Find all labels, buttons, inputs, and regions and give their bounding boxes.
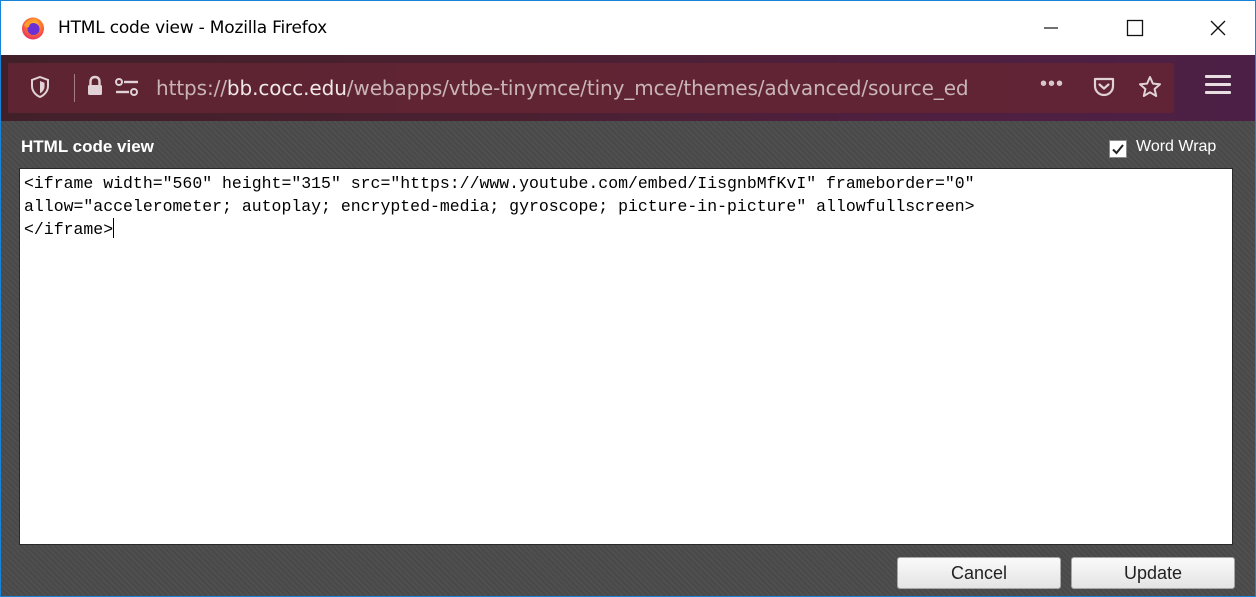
pocket-icon[interactable] [1093,76,1115,98]
maximize-icon [1126,19,1144,37]
html-source-textarea[interactable]: <iframe width="560" height="315" src="ht… [19,168,1233,545]
url-host: bb.cocc.edu [226,76,347,100]
url-scheme: https:// [156,76,227,100]
page-actions-more-icon[interactable]: ••• [1040,73,1064,96]
lock-icon[interactable] [86,75,104,97]
html-code-view-dialog: HTML code view Word Wrap <iframe width="… [1,121,1255,596]
minimize-button[interactable] [1028,1,1074,55]
permissions-icon[interactable] [114,77,140,99]
address-bar[interactable]: https://bb.cocc.edu/webapps/vtbe-tinymce… [8,63,1174,113]
navigation-toolbar: https://bb.cocc.edu/webapps/vtbe-tinymce… [1,55,1255,121]
code-content[interactable]: <iframe width="560" height="315" src="ht… [24,172,1228,241]
url-path: /webapps/vtbe-tinymce/tiny_mce/themes/ad… [346,76,969,100]
text-caret [113,218,115,238]
code-line: allow="accelerometer; autoplay; encrypte… [24,197,975,216]
maximize-button[interactable] [1112,1,1158,55]
minimize-icon [1044,27,1058,29]
window-title: HTML code view - Mozilla Firefox [58,18,328,38]
dialog-title: HTML code view [21,137,154,156]
hamburger-menu-icon[interactable] [1205,75,1231,99]
tracking-protection-shield-icon[interactable] [30,76,50,98]
bookmark-star-icon[interactable] [1138,75,1162,99]
url-text[interactable]: https://bb.cocc.edu/webapps/vtbe-tinymce… [156,76,969,100]
cancel-button[interactable]: Cancel [897,557,1061,589]
code-line: <iframe width="560" height="315" src="ht… [24,174,975,193]
close-icon [1210,20,1226,36]
code-line: </iframe> [24,218,115,239]
close-button[interactable] [1195,1,1241,55]
word-wrap-checkbox[interactable] [1109,140,1127,158]
checkmark-icon [1112,144,1124,155]
word-wrap-label[interactable]: Word Wrap [1136,138,1216,156]
update-button[interactable]: Update [1071,557,1235,589]
firefox-logo-icon [22,17,44,40]
title-bar: HTML code view - Mozilla Firefox [1,1,1255,55]
firefox-window: HTML code view - Mozilla Firefox https:/… [0,0,1256,597]
url-separator [74,74,75,102]
